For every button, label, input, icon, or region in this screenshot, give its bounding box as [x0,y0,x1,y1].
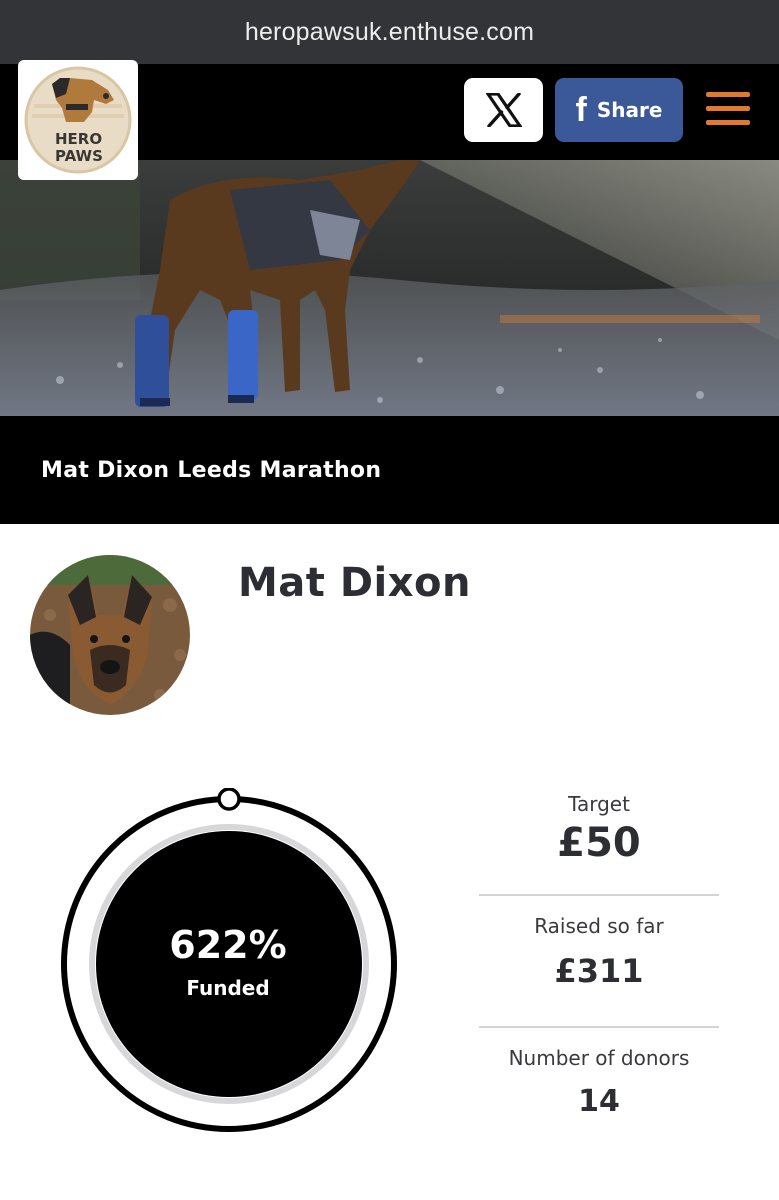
funded-percent: 622% [169,923,287,968]
funded-summary: 622% Funded [95,830,361,1096]
share-on-x-button[interactable] [464,78,543,142]
fundraiser-avatar [30,555,190,715]
hero-paws-logo[interactable]: HERO PAWS [18,60,138,180]
share-label: Share [596,98,663,122]
hero-banner-image [0,160,779,416]
logo-text-hero: HERO [55,130,102,148]
donors-value: 14 [578,1084,620,1119]
donors-stat: Number of donors 14 [479,1028,719,1119]
campaign-title: Mat Dixon Leeds Marathon [41,457,382,483]
logo-text-paws: PAWS [55,147,103,165]
x-logo-icon [485,93,522,127]
browser-url-bar[interactable]: heropawsuk.enthuse.com [0,0,779,64]
raised-value: £311 [554,952,644,990]
raised-label: Raised so far [534,914,664,938]
hamburger-menu-icon[interactable] [706,90,750,128]
ring-progress-knob [217,788,241,811]
raised-stat: Raised so far £311 [479,896,719,1026]
funded-label: Funded [186,975,270,1000]
facebook-f-icon: f [575,91,587,129]
target-label: Target [568,792,630,816]
campaign-stats: Target £50 Raised so far £311 Number of … [479,788,719,1119]
target-value: £50 [557,820,641,866]
donors-label: Number of donors [508,1046,690,1070]
fundraiser-name: Mat Dixon [238,560,472,606]
campaign-title-band: Mat Dixon Leeds Marathon [0,416,779,524]
target-stat: Target £50 [479,788,719,894]
facebook-share-button[interactable]: f Share [555,78,683,142]
url-text[interactable]: heropawsuk.enthuse.com [245,18,534,47]
